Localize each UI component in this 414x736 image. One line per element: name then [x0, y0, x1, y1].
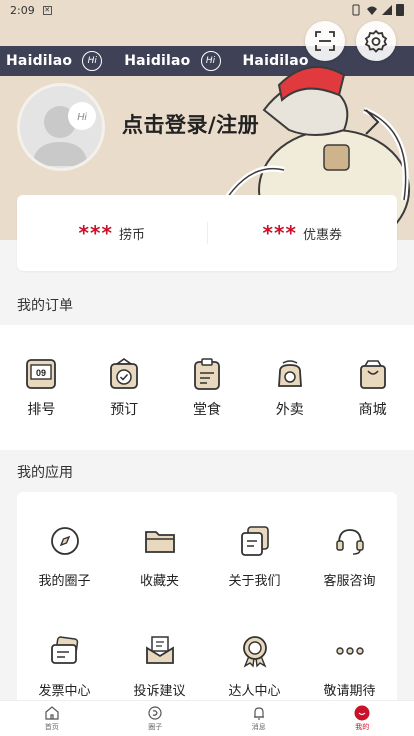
app-label: 敬请期待: [323, 684, 376, 699]
apps-grid: 我的圈子 收藏夹 关于我们 客服咨询 发票中心 投诉建议 达人中心 敬请期待: [17, 492, 397, 702]
battery-icon: [396, 4, 404, 16]
app-label: 发票中心: [38, 684, 91, 699]
status-icons: [350, 4, 404, 16]
bottom-tab-bar: 首页 圈子 消息 我的: [0, 700, 414, 736]
vibrate-icon: [352, 4, 360, 16]
app-label: 我的圈子: [38, 574, 91, 589]
tab-home[interactable]: 首页: [0, 701, 104, 736]
reservation-icon: [110, 357, 139, 389]
invoice-icon: [50, 636, 78, 664]
tab-label: 我的: [355, 723, 370, 731]
shop-bag-icon: [359, 359, 386, 389]
coins-stat[interactable]: *** 捞币: [17, 221, 207, 245]
tab-label: 圈子: [148, 723, 163, 731]
app-my-circle[interactable]: 我的圈子: [17, 524, 112, 634]
order-delivery[interactable]: 外卖: [248, 357, 331, 419]
app-label: 关于我们: [228, 574, 281, 589]
order-label: 预订: [110, 401, 139, 418]
delivery-icon: [277, 359, 302, 387]
default-avatar-icon: Hi: [32, 102, 96, 166]
wifi-icon: [367, 6, 377, 15]
more-dots-icon: [335, 647, 364, 655]
app-label: 收藏夹: [139, 574, 179, 589]
tab-label: 首页: [44, 723, 59, 731]
coupons-stat[interactable]: *** 优惠券: [208, 221, 398, 245]
badge-award-icon: [242, 636, 267, 668]
app-label: 达人中心: [228, 684, 281, 699]
app-label: 客服咨询: [323, 574, 376, 589]
orders-section-title: 我的订单: [17, 298, 73, 314]
scan-button[interactable]: [305, 21, 345, 61]
about-cards-icon: [240, 526, 269, 556]
dine-in-icon: [194, 357, 220, 390]
apps-section-title: 我的应用: [17, 465, 73, 481]
queue-number-icon: 09: [26, 358, 57, 389]
order-shop[interactable]: 商城: [331, 357, 414, 419]
headset-icon: [335, 529, 364, 555]
brand-word: Haidilao: [6, 53, 73, 69]
order-reservation[interactable]: 预订: [83, 357, 166, 419]
app-about-us[interactable]: 关于我们: [207, 524, 302, 634]
tab-label: 消息: [251, 723, 266, 731]
coins-value: ***: [78, 221, 113, 245]
svg-text:Hi: Hi: [77, 112, 87, 123]
home-icon: [45, 706, 59, 720]
order-label: 堂食: [192, 401, 221, 418]
coupons-value: ***: [262, 221, 297, 245]
compass-icon: [50, 527, 79, 555]
scan-icon: [315, 31, 335, 51]
tab-profile[interactable]: 我的: [311, 701, 414, 736]
order-queue[interactable]: 09 排号: [0, 357, 83, 419]
tab-circle[interactable]: 圈子: [104, 701, 208, 736]
circle-icon: [148, 706, 162, 720]
brand-logo-icon: Hi: [82, 51, 103, 71]
coins-label: 捞币: [118, 227, 145, 243]
queue-badge: 09: [36, 368, 46, 378]
avatar[interactable]: Hi: [17, 83, 105, 171]
notification-icon: ✕: [42, 5, 52, 15]
order-label: 商城: [358, 401, 387, 418]
coupons-label: 优惠券: [302, 227, 342, 243]
complaint-mail-icon: [145, 636, 174, 664]
tab-messages[interactable]: 消息: [207, 701, 311, 736]
order-label: 外卖: [275, 401, 304, 418]
login-register-link[interactable]: 点击登录/注册: [122, 109, 259, 139]
settings-button[interactable]: [356, 21, 396, 61]
profile-icon: [354, 705, 370, 721]
status-time: 2:09: [10, 3, 35, 17]
gear-icon: [364, 29, 388, 53]
orders-panel: 09 排号 预订 堂食 外卖 商城: [0, 325, 414, 450]
folder-icon: [144, 531, 175, 553]
points-coupons-card: *** 捞币 *** 优惠券: [17, 195, 397, 271]
signal-icon: [382, 5, 392, 15]
app-label: 投诉建议: [133, 684, 186, 699]
status-bar: 2:09 ✕: [0, 0, 414, 20]
order-dine-in[interactable]: 堂食: [166, 357, 249, 419]
app-customer-service[interactable]: 客服咨询: [302, 524, 397, 634]
bell-icon: [253, 707, 264, 720]
brand-word: Haidilao: [124, 53, 191, 69]
order-label: 排号: [27, 401, 56, 418]
chevron-right-icon[interactable]: [360, 106, 384, 138]
app-favorites[interactable]: 收藏夹: [112, 524, 207, 634]
